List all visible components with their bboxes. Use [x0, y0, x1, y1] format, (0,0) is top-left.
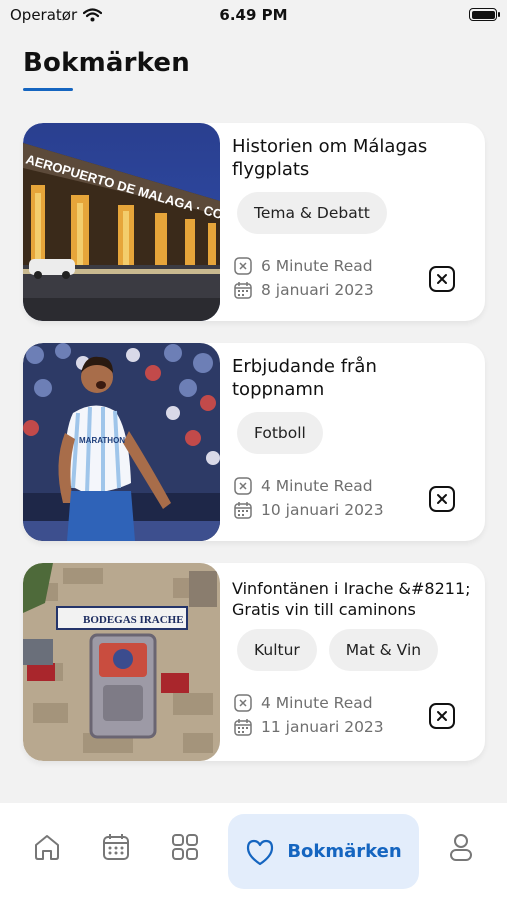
tag-chip[interactable]: Mat & Vin — [328, 629, 439, 671]
jersey-sponsor-text: MARATHON — [79, 436, 125, 445]
clock: 6.49 PM — [219, 6, 288, 24]
article-image-wine-fountain: BODEGAS IRACHE — [23, 563, 220, 761]
read-time-icon — [234, 694, 252, 712]
article-meta: 4 Minute Read 11 januari 2023 — [234, 691, 384, 739]
bookmark-card[interactable]: MARATHON Erbjudande från toppnamn Fotbol… — [23, 343, 485, 541]
remove-bookmark-button[interactable] — [429, 703, 455, 729]
tag-chip[interactable]: Tema & Debatt — [237, 192, 387, 234]
profile-icon — [450, 834, 472, 861]
grid-icon — [172, 834, 198, 860]
tag-list: Fotboll — [237, 412, 323, 454]
calendar-icon — [103, 834, 129, 860]
calendar-icon — [234, 282, 252, 299]
tab-bar: Bokmärken — [0, 803, 507, 900]
read-time-icon — [234, 477, 252, 495]
battery-icon — [469, 8, 500, 21]
article-title[interactable]: Historien om Málagas flygplats — [232, 135, 472, 181]
read-time: 4 Minute Read — [261, 477, 373, 495]
article-image-football: MARATHON — [23, 343, 220, 541]
remove-bookmark-button[interactable] — [429, 486, 455, 512]
bookmark-card[interactable]: AEROPUERTO DE MALAGA · COSTA DEL SOL His… — [23, 123, 485, 321]
tab-bookmarks-label: Bokmärken — [287, 841, 402, 862]
bookmark-card[interactable]: BODEGAS IRACHE Vinfontänen i Irache &#82… — [23, 563, 485, 761]
read-time-icon — [234, 257, 252, 275]
publish-date: 10 januari 2023 — [261, 501, 384, 519]
winery-sign-text: BODEGAS IRACHE — [83, 614, 184, 626]
tag-list: Kultur Mat & Vin — [237, 629, 439, 671]
read-time: 4 Minute Read — [261, 694, 373, 712]
tab-home[interactable] — [29, 825, 65, 869]
tab-categories[interactable] — [167, 825, 203, 869]
calendar-icon — [234, 502, 252, 519]
article-image-airport: AEROPUERTO DE MALAGA · COSTA DEL SOL — [23, 123, 220, 321]
article-title[interactable]: Vinfontänen i Irache &#8211; Gratis vin … — [232, 578, 472, 620]
close-icon — [437, 711, 447, 721]
close-icon — [437, 274, 447, 284]
heart-icon — [247, 839, 274, 865]
remove-bookmark-button[interactable] — [429, 266, 455, 292]
tag-chip[interactable]: Kultur — [237, 629, 317, 671]
tag-list: Tema & Debatt — [237, 192, 387, 234]
tab-calendar[interactable] — [98, 825, 134, 869]
page-title: Bokmärken — [23, 48, 190, 78]
title-underline — [23, 88, 73, 91]
status-bar: Operatør 6.49 PM — [0, 0, 507, 30]
calendar-icon — [234, 719, 252, 736]
publish-date: 8 januari 2023 — [261, 281, 374, 299]
home-icon — [35, 835, 59, 860]
read-time: 6 Minute Read — [261, 257, 373, 275]
tab-profile[interactable] — [443, 825, 479, 869]
article-meta: 6 Minute Read 8 januari 2023 — [234, 254, 374, 302]
close-icon — [437, 494, 447, 504]
article-title[interactable]: Erbjudande från toppnamn — [232, 355, 472, 401]
publish-date: 11 januari 2023 — [261, 718, 384, 736]
tag-chip[interactable]: Fotboll — [237, 412, 323, 454]
tab-bookmarks[interactable]: Bokmärken — [228, 814, 419, 889]
article-meta: 4 Minute Read 10 januari 2023 — [234, 474, 384, 522]
